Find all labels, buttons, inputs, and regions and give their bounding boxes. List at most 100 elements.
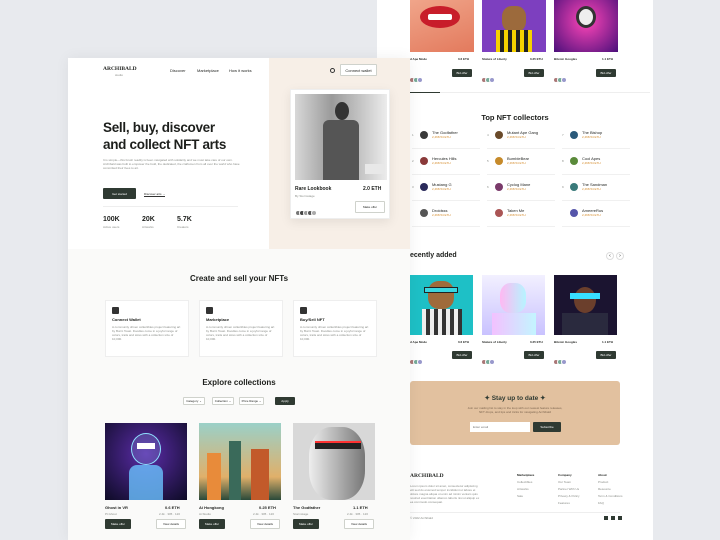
create-card-0[interactable]: Connect Wallet A community driven collec… xyxy=(105,300,189,357)
filter-category[interactable]: Category ⌄ xyxy=(183,397,205,405)
footer-link[interactable]: Our Team xyxy=(558,480,580,484)
nft-image-googles[interactable] xyxy=(554,275,617,335)
featured-title: Rare Lookbook xyxy=(295,186,332,192)
prev-arrow-icon[interactable]: ‹ xyxy=(606,252,614,260)
top-nft-avatars xyxy=(481,70,495,88)
footer-link[interactable]: FAQ xyxy=(598,501,623,505)
collector-item[interactable]: Droidsss 2,468.54 ETH xyxy=(412,208,482,217)
top-nft-price: 1.1 ETH xyxy=(602,57,614,61)
footer-link[interactable]: Partner With Us xyxy=(558,487,580,491)
logo[interactable]: ARCHIBALD xyxy=(103,66,137,72)
featured-nft-card[interactable]: Rare Lookbook 2.0 ETH By Stormstage Make… xyxy=(290,89,390,219)
make-offer-button[interactable]: Make offer xyxy=(199,519,225,529)
nav-how-it-works[interactable]: How it works xyxy=(229,68,252,73)
bid-offer-button[interactable]: Bid offer xyxy=(452,351,472,359)
featured-make-offer-button[interactable]: Make offer xyxy=(355,201,385,213)
collector-item[interactable]: 4 Mutant Ape Gang 2,468.54 ETH xyxy=(487,130,557,139)
collector-item[interactable]: AmeereRus 2,468.54 ETH xyxy=(562,208,632,217)
collector-avatar xyxy=(495,182,503,191)
collector-item[interactable]: 1 The Godfather 2,468.54 ETH xyxy=(412,130,482,139)
nft-image-godfather[interactable] xyxy=(293,423,375,500)
recent-nft-avatars xyxy=(409,352,423,370)
connect-wallet-button[interactable]: Connect wallet xyxy=(340,64,377,76)
filter-price-range[interactable]: Price Range ⌄ xyxy=(239,397,264,405)
nft-name: Ai Hongkong xyxy=(199,505,224,510)
view-details-button[interactable]: View details xyxy=(344,519,374,529)
create-card-1[interactable]: Marketplace A community driven collectib… xyxy=(199,300,283,357)
view-details-button[interactable]: View details xyxy=(156,519,186,529)
bid-offer-button[interactable]: Bid offer xyxy=(452,69,472,77)
search-icon[interactable] xyxy=(330,68,335,73)
create-card-2[interactable]: Buy/Sell NFT A community driven collecti… xyxy=(293,300,377,357)
collector-value: 2,468.54 ETH xyxy=(582,161,601,165)
bid-offer-button[interactable]: Bid offer xyxy=(524,69,544,77)
footer-desc: Lorem ipsum dolor sit amet, consectetur … xyxy=(410,484,480,504)
facebook-icon[interactable] xyxy=(618,516,622,520)
footer-link[interactable]: Artworks xyxy=(517,487,534,491)
collector-value: 2,468.54 ETH xyxy=(507,187,526,191)
footer-col-title: About xyxy=(598,473,607,477)
subscribe-button[interactable]: Subscribe xyxy=(533,422,561,432)
background-page: Top NFT collectors 1 The Godfather 2,468… xyxy=(377,0,653,540)
recent-nft-name: d Ape Mode xyxy=(410,340,427,344)
twitter-icon[interactable] xyxy=(604,516,608,520)
collector-item[interactable]: 8 Cool Apes 2,468.54 ETH xyxy=(562,156,632,165)
collector-item[interactable]: 5 BumbleBear 2,468.54 ETH xyxy=(487,156,557,165)
newsletter-title: ✦ Stay up to date ✦ xyxy=(484,395,546,402)
apply-filter-button[interactable]: Apply xyxy=(275,397,295,405)
next-arrow-icon[interactable]: › xyxy=(616,252,624,260)
nav-marketplace[interactable]: Marketplace xyxy=(197,68,219,73)
footer-link[interactable]: Sale xyxy=(517,494,534,498)
email-input[interactable] xyxy=(470,422,530,432)
nft-image-ape-2[interactable] xyxy=(410,275,473,335)
stat-1: 20K Artworks xyxy=(142,216,155,229)
collector-rank: 3 xyxy=(412,184,414,189)
top-nft-price: 0.6 ETH xyxy=(458,57,470,61)
logo-sub: studio xyxy=(115,73,124,77)
instagram-icon[interactable] xyxy=(611,516,615,520)
footer-link[interactable]: Product xyxy=(598,480,623,484)
featured-avatars xyxy=(295,203,317,221)
collector-item[interactable]: 9 The Sandman 2,468.54 ETH xyxy=(562,182,632,191)
nft-image-lips[interactable] xyxy=(410,0,474,52)
footer-logo: ARCHIBALD xyxy=(410,473,444,479)
nft-meta: 2.4k · 305 · 120 xyxy=(159,512,181,516)
discover-arts-link[interactable]: Discover arts → xyxy=(144,192,166,197)
make-offer-button[interactable]: Make offer xyxy=(105,519,131,529)
footer-link[interactable]: Features xyxy=(558,501,580,505)
collector-avatar xyxy=(495,130,503,139)
nft-image-astronaut[interactable] xyxy=(554,0,618,52)
bid-offer-button[interactable]: Bid offer xyxy=(596,69,616,77)
nft-image-ai-hongkong[interactable] xyxy=(199,423,281,500)
newsletter-section: ✦ Stay up to date ✦ Join our mailing lis… xyxy=(410,381,620,445)
collector-item[interactable]: 6 Cyclog Mane 2,468.54 ETH xyxy=(487,182,557,191)
nav-discover[interactable]: Discover xyxy=(170,68,186,73)
footer-link[interactable]: Privacy & Policy xyxy=(558,494,580,498)
collector-avatar xyxy=(570,130,578,139)
footer-link[interactable]: Collectibles xyxy=(517,480,534,484)
bid-offer-button[interactable]: Bid offer xyxy=(524,351,544,359)
nft-image-statue[interactable] xyxy=(482,275,545,335)
filter-collection[interactable]: Collection ⌄ xyxy=(212,397,234,405)
nft-image-ape[interactable] xyxy=(482,0,546,52)
footer-link[interactable]: Term & Conditions xyxy=(598,494,623,498)
nft-meta: 2.4k · 305 · 120 xyxy=(253,512,275,516)
collector-item[interactable]: Taken Me 2,468.54 ETH xyxy=(487,208,557,217)
explore-title: Explore collections xyxy=(202,378,276,387)
collector-value: 2,468.54 ETH xyxy=(507,161,526,165)
collector-item[interactable]: 7 The Bishop 2,468.54 ETH xyxy=(562,130,632,139)
get-started-button[interactable]: Get started xyxy=(103,188,136,199)
copyright: © 2022 Archibald xyxy=(410,516,433,520)
recent-nft-name: Bitcoin Googles xyxy=(554,340,578,344)
recent-title: ecently added xyxy=(410,252,457,259)
nft-image-ghost-vr[interactable] xyxy=(105,423,187,500)
bid-offer-button[interactable]: Bid offer xyxy=(596,351,616,359)
footer-link[interactable]: Resource xyxy=(598,487,623,491)
featured-by: By Stormstage xyxy=(295,194,315,198)
collector-item[interactable]: 2 Hercules Hills 2,468.54 ETH xyxy=(412,156,482,165)
make-offer-button[interactable]: Make offer xyxy=(293,519,319,529)
wallet-icon xyxy=(112,307,119,314)
collector-item[interactable]: 3 Mustang G 2,468.54 ETH xyxy=(412,182,482,191)
view-details-button[interactable]: View details xyxy=(250,519,280,529)
collector-avatar xyxy=(570,156,578,165)
